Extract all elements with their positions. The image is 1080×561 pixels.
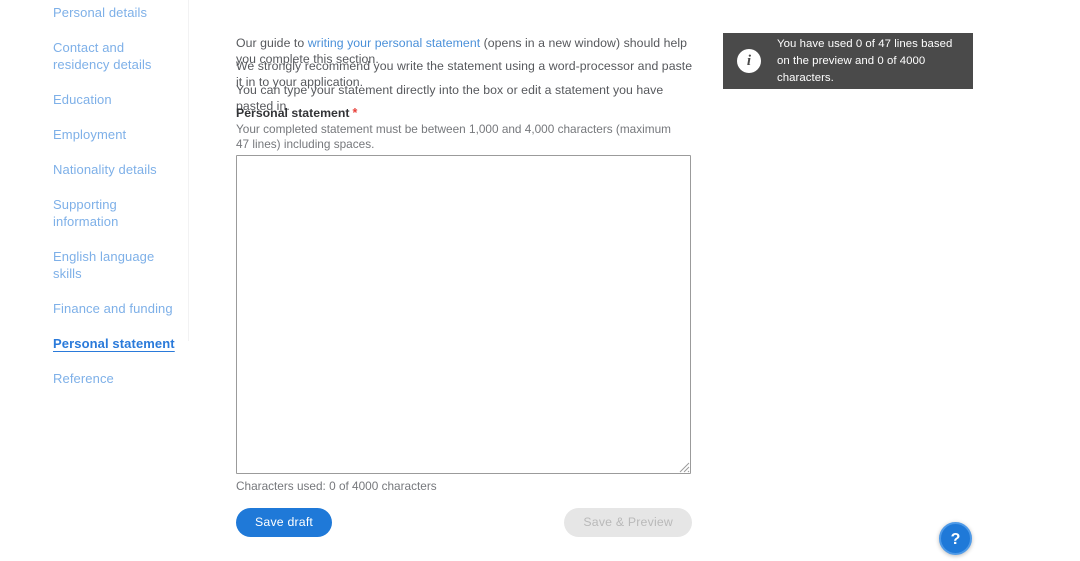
guide-text-prefix: Our guide to bbox=[236, 36, 308, 50]
required-asterisk: * bbox=[352, 106, 358, 120]
help-button[interactable]: ? bbox=[939, 522, 972, 555]
sidebar-item-contact-and-residency-details[interactable]: Contact and residency details bbox=[53, 39, 183, 73]
info-icon: i bbox=[737, 49, 761, 73]
sidebar-item-english-language-skills[interactable]: English language skills bbox=[53, 248, 183, 282]
sidebar-item-personal-details[interactable]: Personal details bbox=[53, 4, 183, 21]
sidebar-link-employment[interactable]: Employment bbox=[53, 126, 183, 143]
sidebar-link-education[interactable]: Education bbox=[53, 91, 183, 108]
field-label-text: Personal statement bbox=[236, 106, 350, 120]
personal-statement-input[interactable] bbox=[236, 155, 691, 474]
sidebar-item-employment[interactable]: Employment bbox=[53, 126, 183, 143]
sidebar-link-finance-and-funding[interactable]: Finance and funding bbox=[53, 300, 183, 317]
sidebar-link-supporting-information[interactable]: Supporting information bbox=[53, 196, 183, 230]
sidebar-divider bbox=[188, 0, 189, 341]
sidebar-link-personal-details[interactable]: Personal details bbox=[53, 4, 183, 21]
sidebar-item-personal-statement[interactable]: Personal statement bbox=[53, 335, 183, 352]
sidebar-link-contact-and-residency-details[interactable]: Contact and residency details bbox=[53, 39, 183, 73]
sidebar-link-nationality-details[interactable]: Nationality details bbox=[53, 161, 183, 178]
sidebar-item-finance-and-funding[interactable]: Finance and funding bbox=[53, 300, 183, 317]
save-and-preview-button[interactable]: Save & Preview bbox=[564, 508, 692, 537]
personal-statement-help-text: Your completed statement must be between… bbox=[236, 122, 671, 151]
sidebar-item-education[interactable]: Education bbox=[53, 91, 183, 108]
form-action-buttons: Save draft Save & Preview bbox=[236, 508, 692, 538]
sidebar-nav-list: Personal details Contact and residency d… bbox=[53, 4, 183, 405]
sidebar-link-english-language-skills[interactable]: English language skills bbox=[53, 248, 183, 282]
section-navigation-sidebar: Personal details Contact and residency d… bbox=[0, 0, 189, 561]
sidebar-item-supporting-information[interactable]: Supporting information bbox=[53, 196, 183, 230]
save-draft-button[interactable]: Save draft bbox=[236, 508, 333, 537]
character-count-text: Characters used: 0 of 4000 characters bbox=[236, 479, 437, 493]
usage-info-message: You have used 0 of 47 lines based on the… bbox=[777, 37, 953, 84]
sidebar-item-reference[interactable]: Reference bbox=[53, 370, 183, 387]
application-form-page: Personal details Contact and residency d… bbox=[0, 0, 1080, 561]
usage-info-box: i You have used 0 of 47 lines based on t… bbox=[723, 33, 973, 89]
sidebar-link-personal-statement[interactable]: Personal statement bbox=[53, 335, 183, 352]
sidebar-link-reference[interactable]: Reference bbox=[53, 370, 183, 387]
writing-guide-link[interactable]: writing your personal statement bbox=[308, 36, 480, 50]
sidebar-item-nationality-details[interactable]: Nationality details bbox=[53, 161, 183, 178]
personal-statement-label: Personal statement * bbox=[236, 106, 357, 121]
